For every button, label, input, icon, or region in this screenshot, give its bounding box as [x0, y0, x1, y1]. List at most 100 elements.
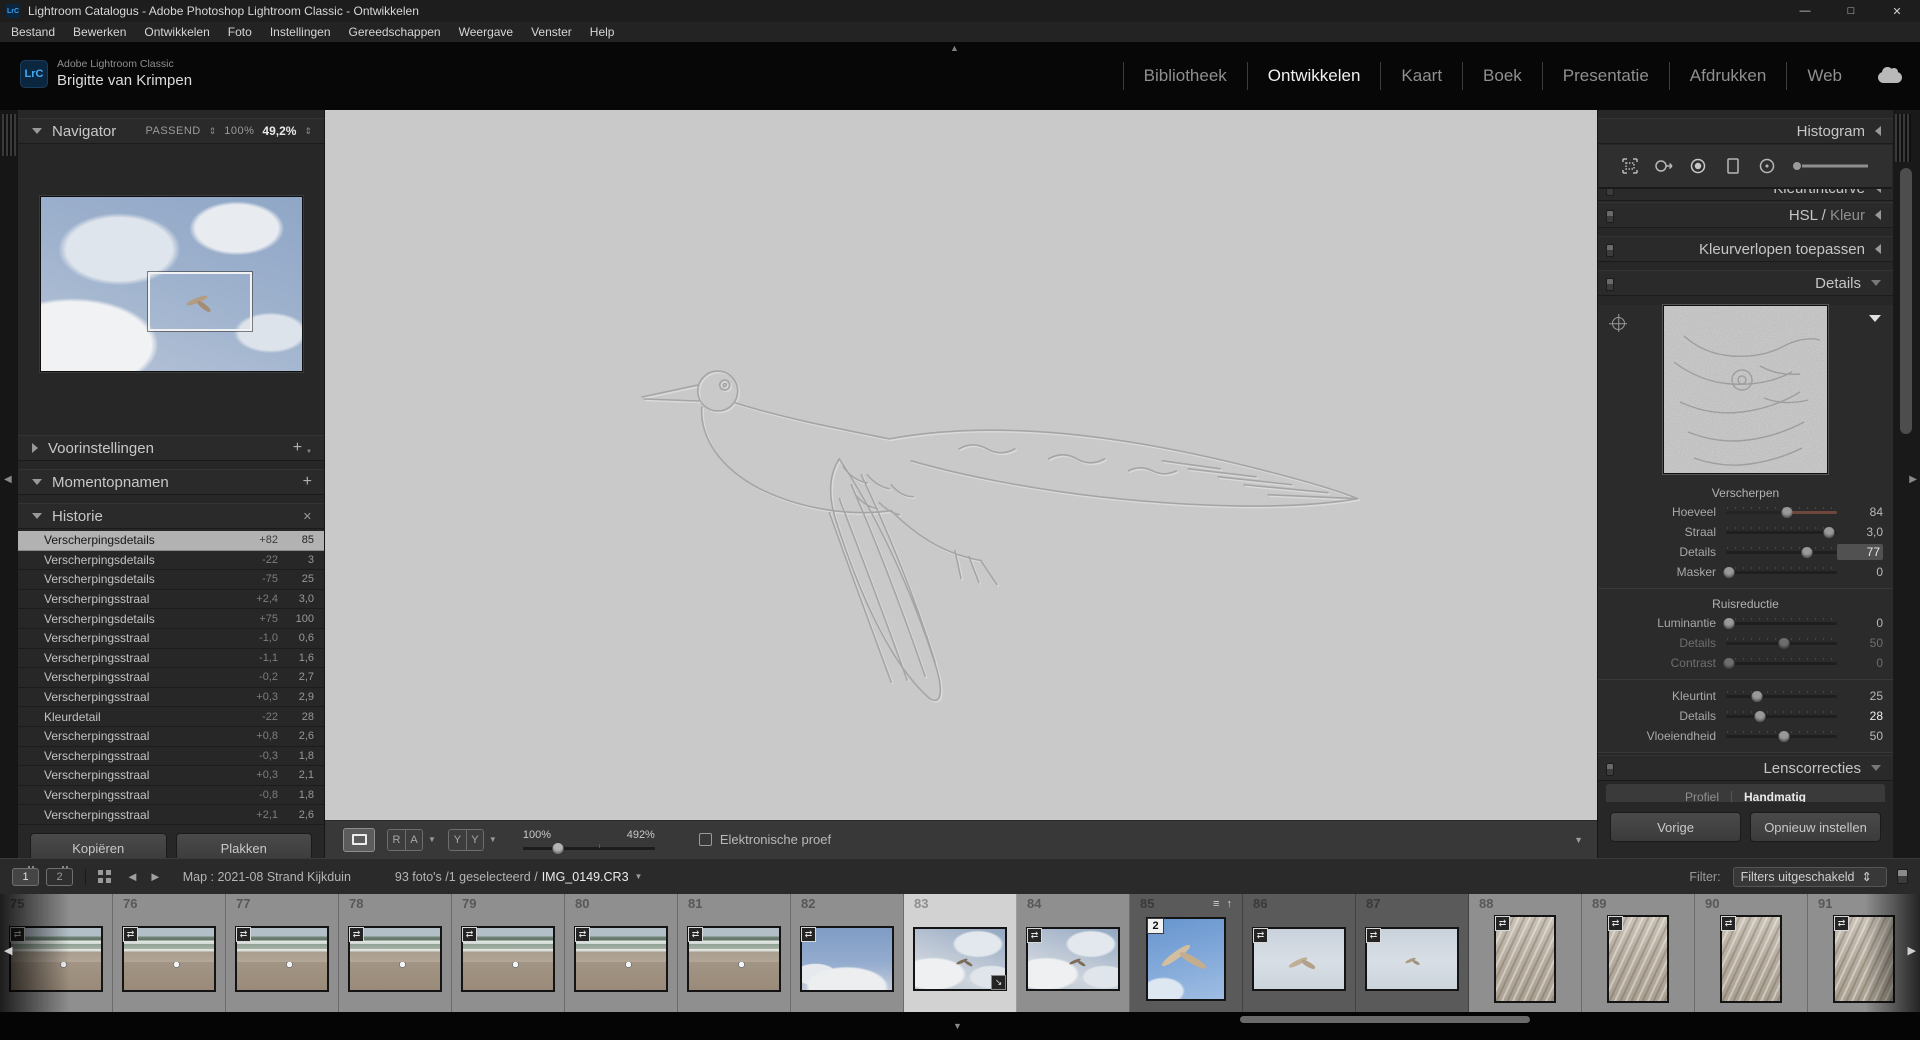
- sync-badge-icon[interactable]: [1608, 916, 1623, 931]
- menu-item[interactable]: Bewerken: [64, 22, 135, 42]
- right-edge-grip[interactable]: ▶: [1893, 110, 1920, 858]
- develop-image-sharpen-preview[interactable]: [325, 110, 1597, 820]
- photo-thumbnail[interactable]: [1494, 915, 1556, 1003]
- detail-preview-caret-icon[interactable]: [1869, 315, 1881, 322]
- window-titlebar[interactable]: LrC Lightroom Catalogus - Adobe Photosho…: [0, 0, 1920, 22]
- history-panel-header[interactable]: Historie ✕: [18, 503, 324, 529]
- minimize-button[interactable]: —: [1782, 0, 1828, 22]
- masking-rect-tool-icon[interactable]: [1722, 155, 1744, 177]
- slider-track[interactable]: [1726, 622, 1837, 625]
- history-step-row[interactable]: Verscherpingsdetails +75 100: [18, 609, 324, 629]
- photo-thumbnail[interactable]: [1026, 927, 1120, 991]
- photo-thumbnail[interactable]: [1833, 915, 1895, 1003]
- slider-value[interactable]: 3,0: [1837, 525, 1883, 539]
- history-step-row[interactable]: Verscherpingsstraal +2,1 2,6: [18, 805, 324, 825]
- zoom-slider-track[interactable]: [523, 847, 655, 850]
- detail-target-icon[interactable]: [1612, 317, 1625, 330]
- sync-badge-icon[interactable]: [1495, 916, 1510, 931]
- radial-tool-icon[interactable]: [1756, 155, 1778, 177]
- slider-knob[interactable]: [1778, 731, 1789, 742]
- slider-value[interactable]: 0: [1837, 616, 1883, 630]
- second-window-button[interactable]: 2: [46, 868, 73, 886]
- sync-badge-icon[interactable]: [1721, 916, 1736, 931]
- clear-history-icon[interactable]: ✕: [303, 510, 312, 523]
- sync-badge-icon[interactable]: [1027, 928, 1042, 943]
- panel-toggle-switch[interactable]: [1606, 763, 1614, 776]
- grid-view-icon[interactable]: [98, 870, 111, 883]
- photo-thumbnail[interactable]: 2: [1146, 917, 1226, 1001]
- panel-toggle-switch[interactable]: [1606, 189, 1614, 196]
- filename-caret-icon[interactable]: ▼: [635, 872, 643, 881]
- filmstrip-cell[interactable]: 80 ≡ ↑: [565, 894, 678, 1012]
- filmstrip-cell[interactable]: 87 ≡ ↑: [1356, 894, 1469, 1012]
- red-eye-tool-icon[interactable]: [1687, 155, 1709, 177]
- photo-thumbnail[interactable]: [461, 926, 555, 992]
- navigator-fill-option[interactable]: 100%: [224, 125, 254, 137]
- slider-value[interactable]: 0: [1837, 656, 1883, 670]
- details-panel-header[interactable]: Details: [1598, 270, 1893, 296]
- sync-badge-icon[interactable]: [10, 927, 25, 942]
- slider-value[interactable]: 25: [1837, 689, 1883, 703]
- menu-item[interactable]: Instellingen: [261, 22, 340, 42]
- menu-item[interactable]: Help: [581, 22, 624, 42]
- history-step-row[interactable]: Verscherpingsstraal -0,3 1,8: [18, 747, 324, 767]
- close-button[interactable]: ✕: [1874, 0, 1920, 22]
- add-preset-icon[interactable]: +: [293, 442, 302, 454]
- slider-value[interactable]: 0: [1837, 565, 1883, 579]
- before-after-caret-icon[interactable]: ▼: [489, 835, 497, 844]
- filter-dropdown[interactable]: Filters uitgeschakeld ⇕: [1733, 867, 1887, 887]
- snapshots-panel-header[interactable]: Momentopnamen +: [18, 469, 324, 495]
- lens-tab-profile[interactable]: Profiel: [1685, 790, 1719, 802]
- slider-knob[interactable]: [1778, 638, 1789, 649]
- current-filename[interactable]: IMG_0149.CR3: [542, 870, 629, 884]
- menu-item[interactable]: Ontwikkelen: [135, 22, 218, 42]
- photo-thumbnail[interactable]: [122, 926, 216, 992]
- loupe-view-button[interactable]: [343, 828, 375, 852]
- photo-thumbnail[interactable]: [687, 926, 781, 992]
- sync-badge-icon[interactable]: [1834, 916, 1849, 931]
- slider-knob[interactable]: [1755, 711, 1766, 722]
- filmstrip-cell[interactable]: 77 ≡ ↑: [226, 894, 339, 1012]
- panel-toggle-switch[interactable]: [1606, 244, 1614, 257]
- slider-knob[interactable]: [1802, 547, 1813, 558]
- collapse-right-panel-icon[interactable]: ▶: [1909, 474, 1917, 485]
- soft-proof-checkbox[interactable]: [699, 833, 712, 846]
- slider-track[interactable]: [1726, 662, 1837, 665]
- filmstrip-cell[interactable]: 81 ≡ ↑: [678, 894, 791, 1012]
- navigator-panel-header[interactable]: Navigator PASSEND ⇕ 100% 49,2% ⇕: [18, 118, 324, 144]
- slider-value[interactable]: 28: [1837, 709, 1883, 723]
- filmstrip-scroll-left-icon[interactable]: ◀: [4, 944, 12, 957]
- filmstrip-cell[interactable]: 78 ≡ ↑: [339, 894, 452, 1012]
- updown-icon[interactable]: ⇕: [304, 126, 312, 137]
- folder-breadcrumb[interactable]: Map : 2021-08 Strand Kijkduin: [183, 870, 351, 884]
- sync-badge-icon[interactable]: [462, 927, 477, 942]
- history-step-row[interactable]: Verscherpingsdetails +82 85: [18, 531, 324, 551]
- panel-toggle-switch[interactable]: [1606, 210, 1614, 223]
- zoom-slider-knob[interactable]: [553, 843, 564, 854]
- slider-knob[interactable]: [1724, 567, 1735, 578]
- slider-value[interactable]: 50: [1837, 636, 1883, 650]
- photo-thumbnail[interactable]: [913, 927, 1007, 991]
- slider-track[interactable]: [1726, 695, 1837, 698]
- slider-track[interactable]: [1726, 531, 1837, 534]
- filter-toggle-switch[interactable]: [1897, 869, 1908, 884]
- sync-badge-icon[interactable]: [688, 927, 703, 942]
- slider-track[interactable]: [1726, 642, 1837, 645]
- menu-item[interactable]: Weergave: [450, 22, 522, 42]
- slider-track[interactable]: [1726, 551, 1837, 554]
- slider-knob[interactable]: [1724, 658, 1735, 669]
- photo-thumbnail[interactable]: [1720, 915, 1782, 1003]
- reset-button[interactable]: Opnieuw instellen: [1750, 812, 1881, 842]
- hsl-panel-header[interactable]: HSL / Kleur: [1598, 202, 1893, 228]
- compare-view-button[interactable]: R A: [387, 829, 423, 851]
- filmstrip-cell[interactable]: 82 ≡ ↑: [791, 894, 904, 1012]
- filmstrip-cell[interactable]: 83 ≡ ↑: [904, 894, 1017, 1012]
- main-window-button[interactable]: 1: [12, 868, 39, 886]
- navigator-preview[interactable]: [40, 196, 303, 372]
- lens-panel-header[interactable]: Lenscorrecties: [1598, 755, 1893, 781]
- cloud-sync-icon[interactable]: [1878, 72, 1902, 83]
- previous-button[interactable]: Vorige: [1610, 812, 1741, 842]
- panel-toggle-switch[interactable]: [1606, 278, 1614, 291]
- history-step-row[interactable]: Verscherpingsstraal -0,2 2,7: [18, 668, 324, 688]
- slider-value[interactable]: 77: [1837, 544, 1883, 560]
